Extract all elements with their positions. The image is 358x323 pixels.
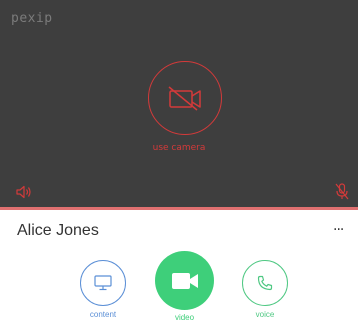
use-camera-label: use camera — [152, 143, 206, 153]
video-preview: pexip use camera — [0, 0, 358, 207]
voice-button[interactable]: voice — [242, 260, 288, 319]
content-button[interactable]: content — [80, 260, 126, 319]
voice-label: voice — [255, 310, 275, 319]
video-circle — [155, 251, 214, 310]
phone-icon — [257, 275, 273, 291]
participant-name: Alice Jones — [17, 222, 99, 239]
use-camera-button[interactable] — [148, 61, 222, 135]
pexip-logo: pexip — [11, 11, 53, 26]
content-label: content — [89, 310, 117, 319]
voice-circle — [242, 260, 288, 306]
camera-off-icon — [168, 86, 201, 111]
monitor-icon — [94, 275, 112, 291]
more-dots-icon[interactable]: ··· — [333, 223, 351, 237]
speaker-icon[interactable] — [16, 185, 32, 199]
mic-off-icon[interactable] — [335, 183, 349, 200]
video-button[interactable]: video — [155, 251, 214, 322]
video-label: video — [174, 313, 195, 322]
preview-divider — [0, 207, 358, 210]
app-root: pexip use camera Alice Jones ··· content… — [0, 0, 358, 323]
content-circle — [80, 260, 126, 306]
video-camera-icon — [171, 272, 198, 289]
